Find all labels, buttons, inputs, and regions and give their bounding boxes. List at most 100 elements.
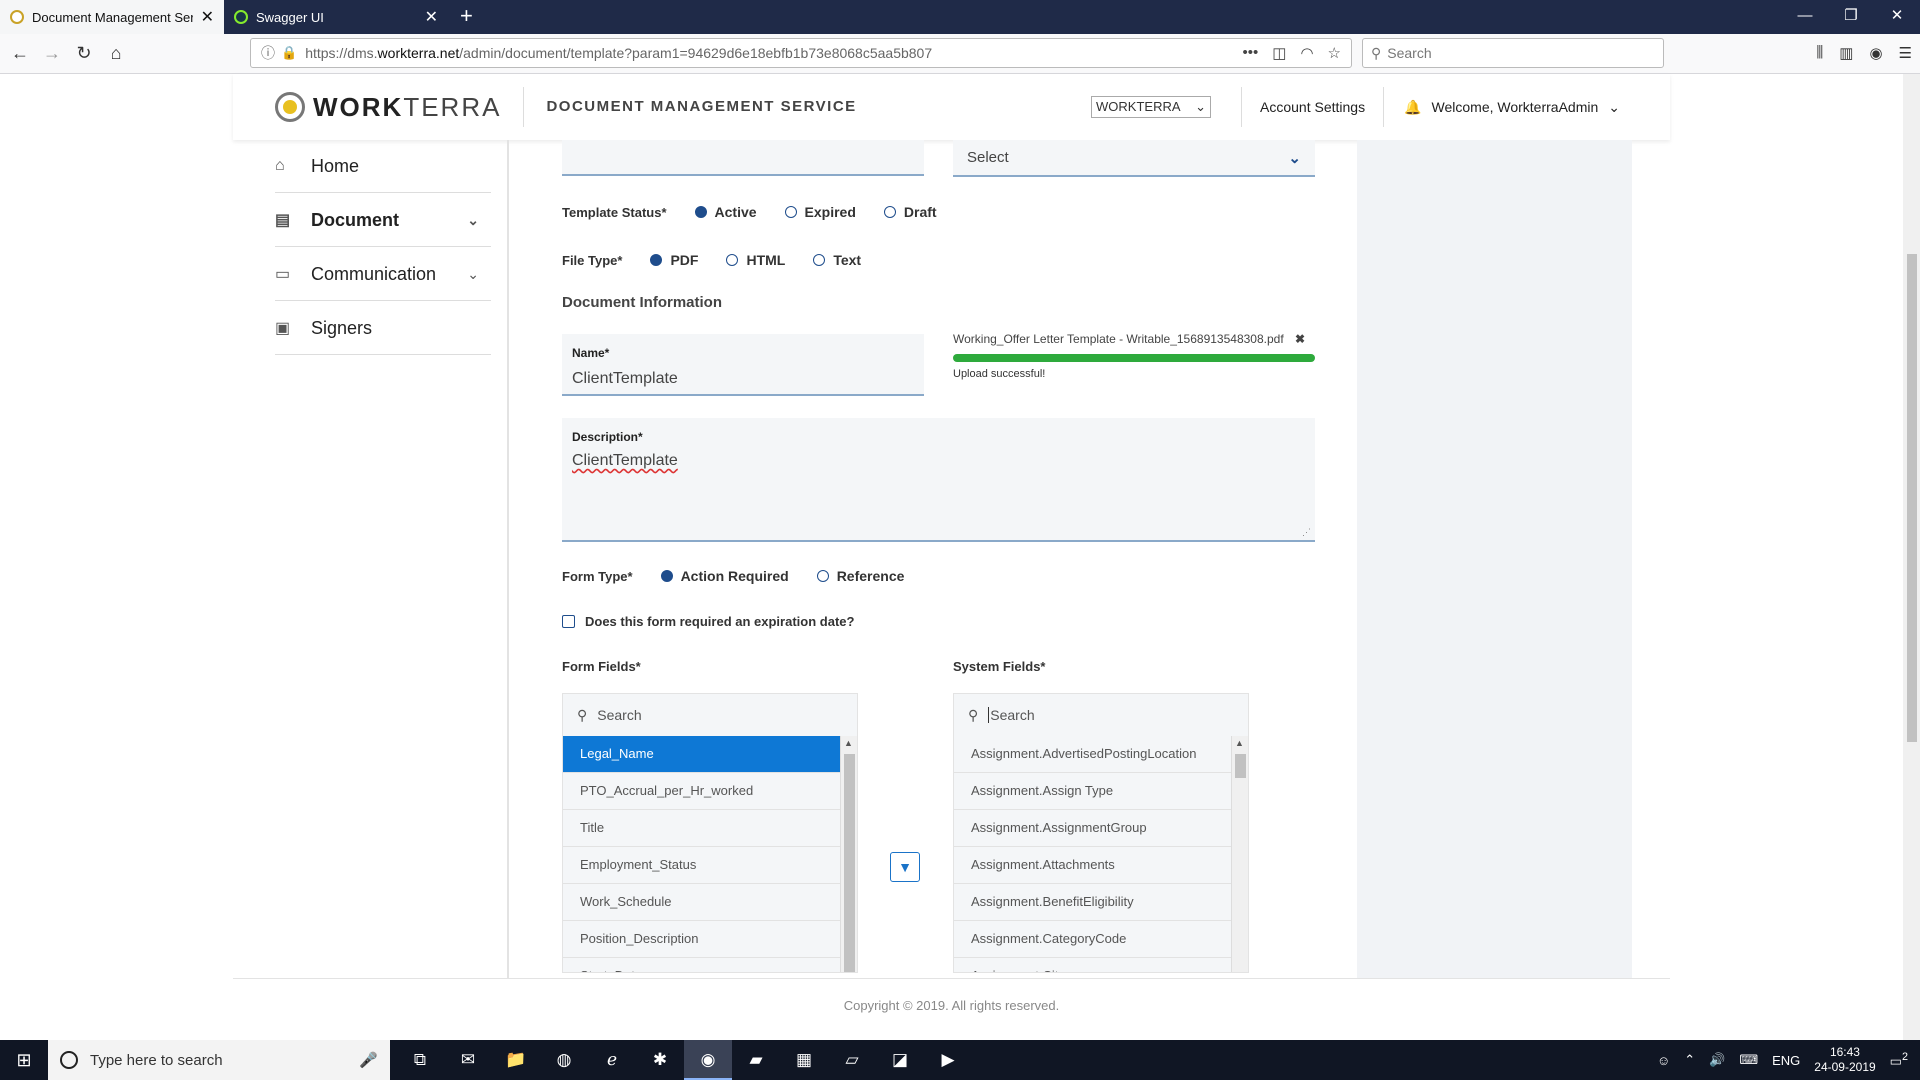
welcome-menu[interactable]: 🔔 Welcome, WorkterraAdmin ⌄ xyxy=(1383,87,1620,127)
taskbar-search[interactable]: Type here to search 🎤 xyxy=(48,1040,390,1080)
resize-handle-icon[interactable]: ⋰ xyxy=(1302,527,1311,538)
home-icon[interactable]: ⌂ xyxy=(100,43,132,64)
browser-search-placeholder: Search xyxy=(1387,45,1432,61)
radio-active[interactable]: Active xyxy=(694,204,757,220)
bell-icon[interactable]: 🔔 xyxy=(1404,87,1421,127)
system-field-item[interactable]: Assignment.AssignmentGroup xyxy=(954,810,1233,847)
reload-icon[interactable]: ↻ xyxy=(68,43,100,64)
system-field-item[interactable]: Assignment.Assign Type xyxy=(954,773,1233,810)
forward-icon[interactable]: → xyxy=(36,43,68,64)
people-icon[interactable]: ☺ xyxy=(1657,1053,1670,1068)
expiration-checkbox-row[interactable]: Does this form required an expiration da… xyxy=(562,614,854,629)
sticky-notes-icon[interactable]: ▰ xyxy=(732,1040,780,1080)
url-bar[interactable]: ⓘ 🔒 https://dms. workterra.net/admin/docu… xyxy=(250,38,1352,68)
browser-search-box[interactable]: ⚲ Search xyxy=(1362,38,1664,68)
system-field-item[interactable]: Assignment.AdvertisedPostingLocation xyxy=(954,736,1233,773)
radio-pdf[interactable]: PDF xyxy=(650,252,698,268)
tray-expand-icon[interactable]: ⌃ xyxy=(1684,1052,1695,1068)
microphone-icon[interactable]: 🎤 xyxy=(359,1051,378,1069)
library-icon[interactable]: ⫼ xyxy=(1816,44,1823,62)
radio-expired[interactable]: Expired xyxy=(784,204,856,220)
home-icon: ⌂ xyxy=(275,157,285,174)
tab-swagger-ui[interactable]: Swagger UI ✕ xyxy=(224,0,448,34)
pocket-icon[interactable]: ◫ xyxy=(1272,44,1286,62)
sidebar-item-signers[interactable]: ▣ Signers xyxy=(275,302,491,355)
form-field-item[interactable]: Title xyxy=(563,810,842,847)
restore-icon[interactable]: ❐ xyxy=(1828,0,1874,34)
chevron-down-icon: ⌄ xyxy=(1195,99,1207,114)
back-icon[interactable]: ← xyxy=(4,43,36,64)
notepad-icon[interactable]: ▱ xyxy=(828,1040,876,1080)
browser-nav-bar: ← → ↻ ⌂ ⓘ 🔒 https://dms. workterra.net/ad… xyxy=(0,34,1920,74)
service-name: DOCUMENT MANAGEMENT SERVICE xyxy=(523,87,856,127)
windows-start-icon[interactable]: ⊞ xyxy=(0,1050,48,1071)
top-select[interactable]: Select ⌄ xyxy=(953,140,1315,177)
sidebar-toggle-icon[interactable]: ▥ xyxy=(1839,44,1853,62)
info-icon[interactable]: ⓘ xyxy=(261,43,275,63)
close-tab-icon[interactable]: ✕ xyxy=(425,7,438,27)
name-field[interactable]: Name* ClientTemplate xyxy=(562,334,924,396)
keyboard-icon[interactable]: ⌨ xyxy=(1739,1052,1758,1068)
bookmark-star-icon[interactable]: ☆ xyxy=(1328,44,1341,62)
zoom-icon[interactable]: ▶ xyxy=(924,1040,972,1080)
account-settings-link[interactable]: Account Settings xyxy=(1241,87,1365,127)
account-icon[interactable]: ◉ xyxy=(1869,44,1882,62)
sidebar-item-document[interactable]: ▤ Document ⌄ xyxy=(275,194,491,247)
edge-icon[interactable]: ℯ xyxy=(588,1040,636,1080)
scroll-up-icon[interactable]: ▲ xyxy=(844,738,853,748)
sidebar-item-home[interactable]: ⌂ Home xyxy=(275,140,491,193)
search-icon: ⚲ xyxy=(577,706,588,723)
sidebar-item-communication[interactable]: ▭ Communication ⌄ xyxy=(275,248,491,301)
radio-action-required[interactable]: Action Required xyxy=(660,568,789,584)
system-field-item[interactable]: Assignment.BenefitEligibility xyxy=(954,884,1233,921)
volume-icon[interactable]: 🔊 xyxy=(1709,1052,1725,1068)
form-field-item[interactable]: Start_Date xyxy=(563,958,842,972)
expiration-checkbox[interactable] xyxy=(562,615,575,628)
radio-html[interactable]: HTML xyxy=(726,252,785,268)
scroll-up-icon[interactable]: ▲ xyxy=(1235,738,1244,748)
chrome-icon[interactable]: ◍ xyxy=(540,1040,588,1080)
reader-icon[interactable]: ◠ xyxy=(1300,44,1313,62)
system-field-item[interactable]: Assignment.City xyxy=(954,958,1233,972)
clock[interactable]: 16:43 24-09-2019 xyxy=(1814,1045,1875,1075)
form-field-item[interactable]: Employment_Status xyxy=(563,847,842,884)
close-tab-icon[interactable]: ✕ xyxy=(201,7,214,27)
system-field-item[interactable]: Assignment.CategoryCode xyxy=(954,921,1233,958)
form-field-item[interactable]: Position_Description xyxy=(563,921,842,958)
radio-text[interactable]: Text xyxy=(813,252,861,268)
page-actions-icon[interactable]: ••• xyxy=(1243,44,1259,62)
description-field[interactable]: Description* ClientTemplate ⋰ xyxy=(562,418,1315,542)
sidebar: ⌂ Home ▤ Document ⌄ ▭ Communication ⌄ ▣ … xyxy=(233,140,509,978)
close-window-icon[interactable]: ✕ xyxy=(1874,0,1920,34)
mail-icon[interactable]: ✉ xyxy=(444,1040,492,1080)
workterra-logo[interactable]: WORKTERRA xyxy=(275,92,501,123)
organization-select[interactable]: WORKTERRA ⌄ xyxy=(1091,96,1212,118)
map-field-down-button[interactable]: ▼ xyxy=(890,852,920,882)
template-status-group: Template Status* Active Expired Draft xyxy=(562,204,937,220)
excel-icon[interactable]: ▦ xyxy=(780,1040,828,1080)
radio-reference[interactable]: Reference xyxy=(816,568,904,584)
form-field-item[interactable]: PTO_Accrual_per_Hr_worked xyxy=(563,773,842,810)
system-fields-search[interactable]: ⚲ Search xyxy=(954,694,1248,736)
tab-document-management[interactable]: Document Management Servic ✕ xyxy=(0,0,224,34)
form-fields-scrollbar[interactable]: ▲ xyxy=(840,736,857,972)
form-fields-search[interactable]: ⚲ Search xyxy=(563,694,857,736)
notification-center-icon[interactable]: ▭2 xyxy=(1890,1051,1908,1069)
menu-icon[interactable]: ☰ xyxy=(1899,44,1912,62)
visual-studio-icon[interactable]: ◪ xyxy=(876,1040,924,1080)
task-view-icon[interactable]: ⧉ xyxy=(396,1040,444,1080)
top-text-field[interactable] xyxy=(562,140,924,176)
remove-file-icon[interactable]: ✖ xyxy=(1295,332,1305,346)
system-fields-scrollbar[interactable]: ▲ xyxy=(1231,736,1248,972)
page-scrollbar[interactable] xyxy=(1903,74,1920,1040)
new-tab-icon[interactable]: + xyxy=(448,0,485,34)
minimize-icon[interactable]: — xyxy=(1782,0,1828,34)
form-field-item[interactable]: Legal_Name xyxy=(563,736,842,773)
language-indicator[interactable]: ENG xyxy=(1772,1053,1800,1068)
system-field-item[interactable]: Assignment.Attachments xyxy=(954,847,1233,884)
form-field-item[interactable]: Work_Schedule xyxy=(563,884,842,921)
file-explorer-icon[interactable]: 📁 xyxy=(492,1040,540,1080)
firefox-icon[interactable]: ◉ xyxy=(684,1040,732,1080)
radio-draft[interactable]: Draft xyxy=(883,204,937,220)
slack-icon[interactable]: ✱ xyxy=(636,1040,684,1080)
